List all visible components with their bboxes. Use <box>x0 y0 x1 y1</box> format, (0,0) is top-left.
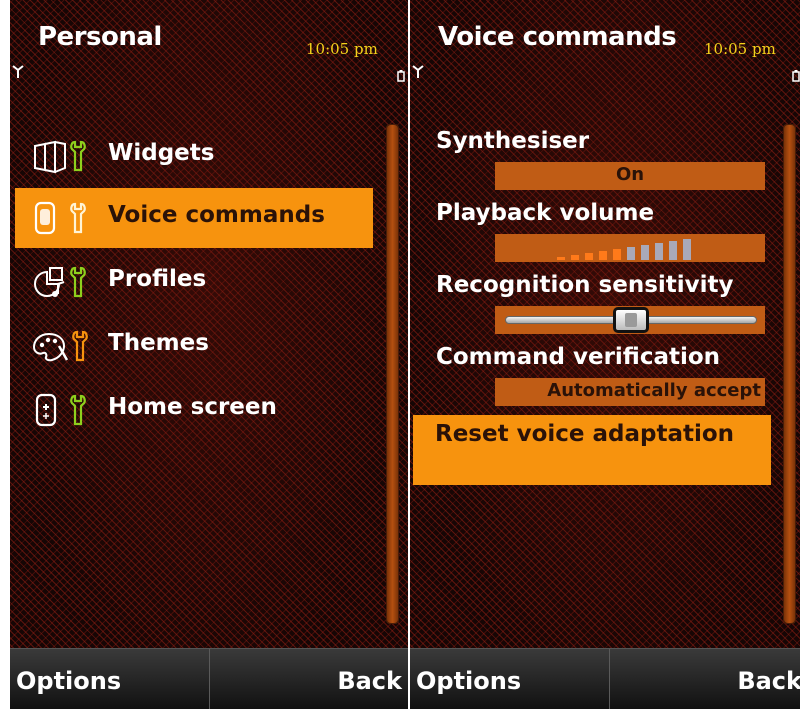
back-softkey[interactable]: Back <box>737 667 800 695</box>
profiles-icon <box>34 266 86 298</box>
home-screen-icon <box>35 393 86 427</box>
menu-item-label: Home screen <box>108 394 277 420</box>
command-verification-label: Command verification <box>436 344 721 370</box>
menu-item-profiles[interactable]: Profiles <box>15 252 373 312</box>
volume-bar <box>557 257 565 260</box>
recognition-sensitivity-slider[interactable] <box>495 306 765 334</box>
scrollbar-thumb[interactable] <box>784 125 795 623</box>
slider-knob[interactable] <box>613 307 649 333</box>
playback-volume-label: Playback volume <box>436 200 655 226</box>
voice-commands-icon <box>34 201 86 235</box>
softkey-bar: Options Back <box>410 648 800 709</box>
scrollbar-thumb[interactable] <box>387 125 398 623</box>
menu-item-voice-commands[interactable]: Voice commands <box>15 188 373 248</box>
clock: 10:05 pm <box>704 40 776 58</box>
volume-bar <box>599 251 607 260</box>
menu-item-widgets[interactable]: Widgets <box>15 126 373 186</box>
synthesiser-value: On <box>615 164 645 185</box>
volume-bar <box>655 243 663 260</box>
playback-volume-setting[interactable] <box>495 234 765 262</box>
page-title: Voice commands <box>438 22 677 52</box>
widgets-icon <box>34 140 86 174</box>
volume-bar <box>669 241 677 260</box>
themes-icon <box>32 330 88 362</box>
command-verification-value: Automatically accept <box>547 380 761 401</box>
menu-item-label: Voice commands <box>108 202 325 228</box>
voice-commands-screen: Voice commands 10:05 pm Synthesiser On P… <box>410 0 800 709</box>
volume-bar <box>627 247 635 260</box>
menu-item-label: Widgets <box>108 140 215 166</box>
options-softkey[interactable]: Options <box>416 667 521 695</box>
signal-icon <box>12 65 24 78</box>
volume-bar <box>585 253 593 260</box>
softkey-divider <box>209 649 210 709</box>
softkey-divider <box>609 649 610 709</box>
personal-screen: Personal 10:05 pm Widgets Voice commands <box>10 0 408 709</box>
page-title: Personal <box>38 22 162 52</box>
clock: 10:05 pm <box>306 40 378 58</box>
synthesiser-setting[interactable]: On <box>495 162 765 190</box>
menu-item-label: Themes <box>108 330 209 356</box>
menu-item-home-screen[interactable]: Home screen <box>15 380 373 440</box>
reset-voice-adaptation-label: Reset voice adaptation <box>435 421 735 447</box>
recognition-sensitivity-label: Recognition sensitivity <box>436 272 734 298</box>
synthesiser-label: Synthesiser <box>436 128 590 154</box>
volume-bar <box>613 249 621 260</box>
scrollbar[interactable] <box>386 124 399 624</box>
volume-bar <box>641 245 649 260</box>
volume-bar <box>571 255 579 260</box>
command-verification-setting[interactable]: Automatically accept <box>495 378 765 406</box>
menu-item-label: Profiles <box>108 266 207 292</box>
options-softkey[interactable]: Options <box>16 667 121 695</box>
volume-bar <box>683 239 691 260</box>
reset-voice-adaptation-item[interactable]: Reset voice adaptation <box>413 415 771 485</box>
scrollbar[interactable] <box>783 124 796 624</box>
battery-icon <box>397 70 405 82</box>
signal-icon <box>412 65 424 78</box>
back-softkey[interactable]: Back <box>337 667 402 695</box>
volume-level-bars <box>557 239 691 260</box>
menu-item-themes[interactable]: Themes <box>15 316 373 376</box>
softkey-bar: Options Back <box>10 648 408 709</box>
battery-icon <box>792 70 800 82</box>
